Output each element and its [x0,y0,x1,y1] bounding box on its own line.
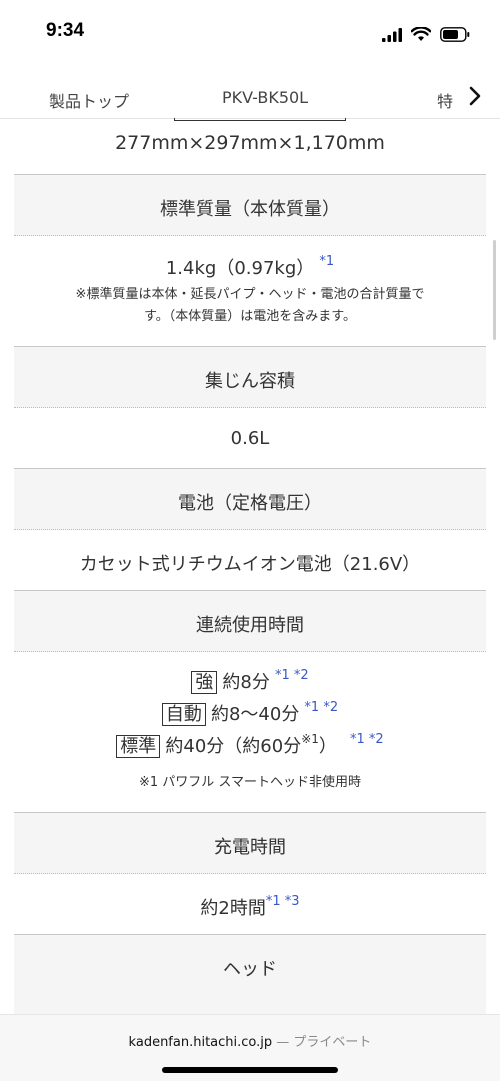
cellular-signal-icon [381,27,402,42]
spec-table: 277mm×297mm×1,170mm 標準質量（本体質量） 1.4kg（0.9… [0,118,500,1014]
home-indicator[interactable] [162,1067,338,1073]
head-header-label: ヘッド [223,959,277,980]
runtime-value-standard: 約40分（約60分 [165,736,302,757]
url-separator: — [276,1035,290,1050]
spec-header-weight: 標準質量（本体質量） [14,174,486,236]
spec-header-head: ヘッド [14,934,486,1014]
runtime-ref-standard[interactable]: *1 *2 [350,732,384,747]
spec-size-row: 277mm×297mm×1,170mm [14,118,486,175]
charge-value: 約2時間 [200,898,266,919]
dust-header-label: 集じん容積 [205,371,295,392]
tab-features[interactable]: 特 [437,88,453,112]
weight-header-label: 標準質量（本体質量） [160,199,340,220]
status-bar: 9:34 [0,0,500,64]
spec-header-charge-time: 充電時間 [14,812,486,874]
weight-value: 1.4kg（0.97kg） [165,258,315,279]
browser-address-bar[interactable]: kadenfan.hitachi.co.jp — プライベート [0,1014,500,1081]
spec-header-dust-capacity: 集じん容積 [14,346,486,408]
runtime-ref-strong[interactable]: *1 *2 [275,668,309,683]
runtime-standard-sup: ※1 [301,732,319,746]
charge-ref[interactable]: *1 *3 [266,894,300,909]
cut-off-box [174,118,346,121]
battery-value: カセット式リチウムイオン電池（21.6V） [79,554,421,575]
private-mode-label: プライベート [293,1035,372,1050]
charge-header-label: 充電時間 [214,837,286,858]
wifi-icon [410,27,431,41]
runtime-mode-standard: 標準 [116,735,161,758]
weight-note-line-2: す。（本体質量）は電池を含みます。 [144,309,356,324]
scrollbar[interactable] [493,240,496,340]
spec-charge-row: 約2時間*1 *3 [14,874,486,934]
spec-dust-row: 0.6L [14,408,486,468]
url-display[interactable]: kadenfan.hitachi.co.jp — プライベート [0,1031,500,1050]
weight-ref[interactable]: *1 [319,254,334,269]
size-value: 277mm×297mm×1,170mm [115,132,385,154]
spec-header-battery: 電池（定格電圧） [14,468,486,530]
runtime-note: ※1 パワフル スマートヘッド非使用時 [138,775,362,790]
spec-runtime-row: 強 約8分 *1 *2 自動 約8〜40分 *1 *2 標準 約40分（約60分… [14,652,486,812]
battery-header-label: 電池（定格電圧） [178,493,322,514]
tab-model[interactable]: PKV-BK50L [222,88,308,107]
runtime-value-auto: 約8〜40分 [210,704,300,725]
runtime-value-strong: 約8分 [222,672,270,693]
url-domain: kadenfan.hitachi.co.jp [128,1035,273,1050]
runtime-header-label: 連続使用時間 [196,615,304,636]
product-tab-bar: 製品トップ PKV-BK50L 特 [0,64,500,119]
status-icons [381,24,470,42]
chevron-right-icon[interactable] [468,86,482,106]
spec-battery-row: カセット式リチウムイオン電池（21.6V） [14,530,486,590]
tab-product-top[interactable]: 製品トップ [49,88,129,112]
runtime-ref-auto[interactable]: *1 *2 [304,700,338,715]
runtime-standard-close: ） [318,736,337,757]
spec-header-runtime: 連続使用時間 [14,590,486,652]
status-time: 9:34 [46,20,85,41]
spec-weight-row: 1.4kg（0.97kg） *1 ※標準質量は本体・延長パイプ・ヘッド・電池の合… [14,236,486,346]
runtime-mode-auto: 自動 [161,703,206,726]
runtime-mode-strong: 強 [191,671,218,694]
dust-value: 0.6L [230,428,270,449]
battery-icon [440,27,470,42]
weight-note-line-1: ※標準質量は本体・延長パイプ・ヘッド・電池の合計質量で [75,287,425,302]
